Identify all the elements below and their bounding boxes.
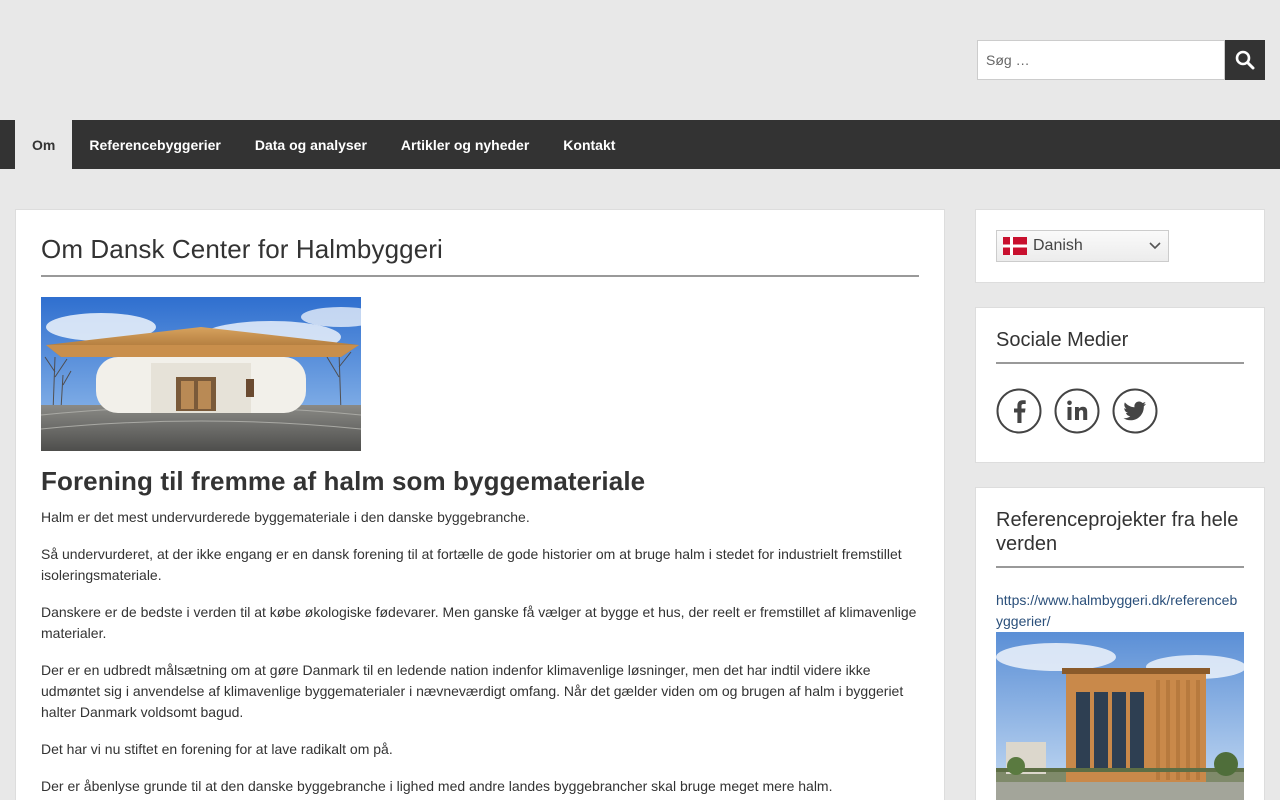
search-icon	[1235, 50, 1255, 70]
site-header	[0, 0, 1280, 120]
social-links	[996, 388, 1244, 434]
nav-item-data-og-analyser[interactable]: Data og analyser	[238, 120, 384, 169]
section-heading: Forening til fremme af halm som byggemat…	[41, 466, 646, 496]
reference-widget-title: Referenceprojekter fra hele verden	[996, 508, 1244, 568]
twitter-icon[interactable]	[1112, 388, 1158, 434]
hero-image	[41, 297, 361, 451]
language-widget: Danish	[975, 209, 1265, 283]
main-navigation: Om Referencebyggerier Data og analyser A…	[0, 120, 1280, 169]
paragraph: Det har vi nu stiftet en forening for at…	[41, 741, 393, 757]
search-form	[977, 40, 1265, 80]
facebook-icon[interactable]	[996, 388, 1042, 434]
main-content: Om Dansk Center for Halmbyggeri Forening…	[15, 209, 945, 800]
chevron-down-icon	[1149, 242, 1161, 250]
page-title: Om Dansk Center for Halmbyggeri	[41, 234, 919, 277]
nav-item-kontakt[interactable]: Kontakt	[546, 120, 632, 169]
nav-item-referencebyggerier[interactable]: Referencebyggerier	[72, 120, 238, 169]
language-label: Danish	[1033, 237, 1083, 254]
reference-link[interactable]: https://www.halmbyggeri.dk/referencebygg…	[996, 590, 1244, 632]
language-selector[interactable]: Danish	[996, 230, 1169, 262]
nav-list: Om Referencebyggerier Data og analyser A…	[15, 120, 1280, 169]
paragraph: Så undervurderet, at der ikke engang er …	[41, 546, 902, 583]
reference-widget: Referenceprojekter fra hele verden https…	[975, 487, 1265, 800]
paragraph: Halm er det mest undervurderede byggemat…	[41, 509, 530, 525]
paragraph: Danskere er de bedste i verden til at kø…	[41, 604, 917, 641]
nav-item-artikler-og-nyheder[interactable]: Artikler og nyheder	[384, 120, 546, 169]
reference-image[interactable]	[996, 632, 1244, 800]
paragraph: Der er en udbredt målsætning om at gøre …	[41, 662, 904, 720]
linkedin-icon[interactable]	[1054, 388, 1100, 434]
nav-item-om[interactable]: Om	[15, 120, 73, 169]
search-button[interactable]	[1225, 40, 1265, 80]
paragraph: Der er åbenlyse grunde til at den danske…	[41, 778, 833, 794]
danish-flag-icon	[1003, 237, 1027, 255]
social-widget-title: Sociale Medier	[996, 328, 1244, 364]
search-input[interactable]	[977, 40, 1225, 80]
social-widget: Sociale Medier	[975, 307, 1265, 463]
